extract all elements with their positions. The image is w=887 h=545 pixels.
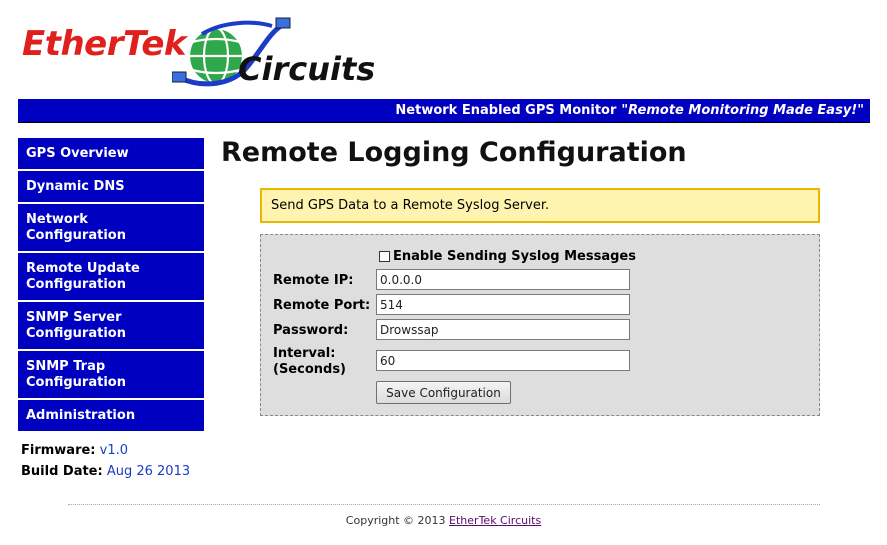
interval-label-line2: (Seconds) (273, 362, 346, 377)
info-notice: Send GPS Data to a Remote Syslog Server. (260, 188, 820, 223)
remote-ip-label: Remote IP: (273, 273, 354, 288)
interval-value: 60 (380, 353, 396, 368)
nav-dynamic-dns[interactable]: Dynamic DNS (18, 171, 204, 204)
enable-syslog-row: Enable Sending Syslog Messages (379, 249, 636, 264)
password-value: Drowssap (380, 322, 439, 337)
nav-network-configuration[interactable]: Network Configuration (18, 204, 204, 253)
sidebar-nav: GPS Overview Dynamic DNS Network Configu… (18, 138, 204, 482)
nav-remote-update-configuration[interactable]: Remote Update Configuration (18, 253, 204, 302)
password-input[interactable]: Drowssap (376, 319, 630, 340)
footer: Copyright © 2013 EtherTek Circuits (0, 514, 887, 527)
enable-syslog-checkbox[interactable] (379, 251, 390, 262)
remote-port-input[interactable]: 514 (376, 294, 630, 315)
nav-label-line1: SNMP Server (26, 309, 122, 325)
remote-ip-input[interactable]: 0.0.0.0 (376, 269, 630, 290)
nav-label: Dynamic DNS (26, 178, 125, 194)
copyright-text: Copyright © 2013 (345, 514, 446, 527)
syslog-form: Enable Sending Syslog Messages Remote IP… (260, 234, 820, 416)
build-date-label: Build Date: (21, 464, 103, 479)
remote-port-label: Remote Port: (273, 298, 371, 313)
password-label: Password: (273, 323, 349, 338)
nav-label: Administration (26, 407, 136, 423)
firmware-version: v1.0 (99, 443, 129, 458)
nav-label-line1: SNMP Trap (26, 358, 106, 374)
enable-syslog-label: Enable Sending Syslog Messages (393, 249, 636, 264)
logo-text-ethertek: EtherTek (22, 24, 187, 64)
nav-snmp-trap-configuration[interactable]: SNMP Trap Configuration (18, 351, 204, 400)
save-configuration-button[interactable]: Save Configuration (376, 381, 511, 404)
interval-label: Interval: (Seconds) (273, 346, 346, 378)
remote-ip-value: 0.0.0.0 (380, 272, 422, 287)
remote-port-value: 514 (380, 297, 403, 312)
footer-divider (68, 504, 820, 505)
interval-label-line1: Interval: (273, 346, 336, 361)
nav-label-line2: Configuration (26, 227, 126, 243)
nav-gps-overview[interactable]: GPS Overview (18, 138, 204, 171)
firmware-info: Firmware: v1.0 Build Date: Aug 26 2013 (18, 440, 204, 482)
nav-snmp-server-configuration[interactable]: SNMP Server Configuration (18, 302, 204, 351)
nav-label-line2: Configuration (26, 325, 126, 341)
nav-label-line2: Configuration (26, 276, 126, 292)
nav-label-line2: Configuration (26, 374, 126, 390)
notice-text: Send GPS Data to a Remote Syslog Server. (271, 198, 550, 213)
nav-administration[interactable]: Administration (18, 400, 204, 433)
tagline: "Remote Monitoring Made Easy!" (621, 103, 864, 118)
ethertek-link[interactable]: EtherTek Circuits (449, 514, 541, 527)
firmware-label: Firmware: (21, 443, 96, 458)
nav-label: GPS Overview (26, 145, 129, 161)
build-date-value: Aug 26 2013 (106, 464, 191, 479)
page-title: Remote Logging Configuration (221, 137, 687, 168)
product-name: Network Enabled GPS Monitor (395, 103, 617, 118)
logo-text-circuits: Circuits (238, 50, 376, 88)
nav-label-line1: Remote Update (26, 260, 140, 276)
ethertek-logo: EtherTek Circuits (22, 16, 382, 94)
header-banner: Network Enabled GPS Monitor "Remote Moni… (18, 99, 870, 123)
interval-input[interactable]: 60 (376, 350, 630, 371)
nav-label-line1: Network (26, 211, 88, 227)
